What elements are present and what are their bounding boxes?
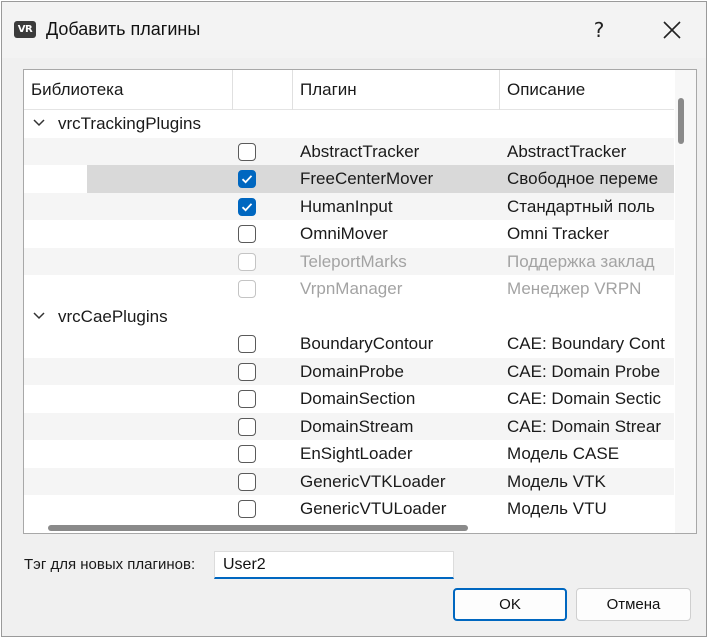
plugin-description: AbstractTracker	[507, 141, 627, 161]
plugin-checkbox[interactable]	[238, 335, 256, 353]
ok-button[interactable]: OK	[453, 588, 567, 621]
plugin-checkbox[interactable]	[238, 197, 256, 216]
close-button[interactable]	[644, 10, 700, 50]
plugin-row[interactable]: GenericVTKLoader Модель VTK	[24, 467, 674, 495]
app-logo-icon: VR	[14, 21, 36, 38]
plugin-name: EnSightLoader	[300, 444, 413, 463]
category-label: vrcTrackingPlugins	[58, 114, 201, 133]
header-description[interactable]: Описание	[507, 70, 585, 110]
plugin-description: CAE: Boundary Cont	[507, 334, 665, 353]
plugin-checkbox[interactable]	[238, 225, 256, 243]
plugin-description: Omni Tracker	[507, 224, 610, 243]
plugin-name: AbstractTracker	[300, 141, 420, 161]
header-plugin[interactable]: Плагин	[300, 70, 357, 110]
plugin-checkbox[interactable]	[238, 417, 256, 436]
plugin-description: Свободное переме	[507, 169, 659, 188]
plugin-row[interactable]: TeleportMarks Поддержка заклад	[24, 247, 674, 275]
plugin-row[interactable]: AbstractTracker AbstractTracker	[24, 137, 674, 165]
plugin-name: FreeCenterMover	[300, 169, 434, 188]
plugin-row[interactable]: HumanInput Стандартный поль	[24, 192, 674, 220]
plugin-checkbox[interactable]	[238, 362, 256, 381]
plugin-checkbox[interactable]	[238, 500, 256, 518]
plugin-checkbox[interactable]	[238, 170, 256, 188]
chevron-down-icon[interactable]	[33, 311, 45, 321]
close-icon	[663, 21, 681, 39]
plugin-row[interactable]: GenericVTULoader Модель VTU	[24, 495, 674, 523]
plugin-row[interactable]: DomainProbe CAE: Domain Probe	[24, 357, 674, 385]
add-plugins-dialog: VR Добавить плагины ? Библиотека Плагин …	[1, 1, 707, 637]
help-button[interactable]: ?	[574, 10, 624, 50]
category-row[interactable]: vrcTrackingPlugins	[24, 110, 674, 138]
plugin-name: BoundaryContour	[300, 334, 434, 353]
plugin-description: Стандартный поль	[507, 196, 655, 216]
plugin-row[interactable]: FreeCenterMover Свободное переме	[24, 165, 674, 193]
plugin-row[interactable]: EnSightLoader Модель CASE	[24, 440, 674, 468]
plugin-row[interactable]: DomainStream CAE: Domain Strear	[24, 412, 674, 440]
plugin-description: Поддержка заклад	[507, 251, 655, 271]
plugin-checkbox	[238, 280, 256, 298]
plugin-name: TeleportMarks	[300, 251, 407, 271]
header-library[interactable]: Библиотека	[31, 70, 123, 110]
plugin-description: Менеджер VRPN	[507, 279, 642, 298]
cancel-button[interactable]: Отмена	[576, 588, 691, 621]
plugin-name: GenericVTULoader	[300, 499, 447, 518]
checkmark-icon	[241, 175, 253, 184]
dialog-title: Добавить плагины	[46, 19, 201, 39]
checkmark-icon	[241, 202, 253, 211]
plugin-description: Модель CASE	[507, 444, 620, 463]
table-header: Библиотека Плагин Описание	[24, 70, 674, 110]
plugin-name: HumanInput	[300, 196, 393, 216]
plugin-name: OmniMover	[300, 224, 388, 243]
plugin-row[interactable]: BoundaryContour CAE: Boundary Cont	[24, 330, 674, 358]
plugin-name: DomainStream	[300, 416, 414, 436]
category-row[interactable]: vrcCaePlugins	[24, 303, 674, 331]
plugin-name: DomainSection	[300, 389, 416, 408]
tag-input[interactable]	[214, 551, 454, 579]
plugin-name: GenericVTKLoader	[300, 471, 446, 491]
plugin-checkbox	[238, 252, 256, 271]
plugin-name: DomainProbe	[300, 361, 404, 381]
plugin-name: VrpnManager	[300, 279, 403, 298]
plugin-description: CAE: Domain Probe	[507, 361, 661, 381]
plugin-row[interactable]: DomainSection CAE: Domain Sectic	[24, 385, 674, 413]
plugin-row[interactable]: VrpnManager Менеджер VRPN	[24, 275, 674, 303]
plugin-description: CAE: Domain Strear	[507, 416, 661, 436]
chevron-down-icon[interactable]	[33, 118, 45, 128]
category-label: vrcCaePlugins	[58, 306, 168, 326]
title-bar: VR Добавить плагины ?	[2, 2, 706, 58]
plugin-description: CAE: Domain Sectic	[507, 389, 661, 408]
plugin-description: Модель VTK	[507, 471, 606, 491]
tag-label: Тэг для новых плагинов:	[24, 556, 196, 573]
plugin-checkbox[interactable]	[238, 445, 256, 463]
vertical-scroll-thumb[interactable]	[678, 98, 684, 144]
plugin-row[interactable]: OmniMover Omni Tracker	[24, 220, 674, 248]
plugins-table[interactable]: Библиотека Плагин Описание vrcTrackingPl…	[23, 69, 697, 534]
horizontal-scroll-thumb[interactable]	[48, 525, 468, 531]
plugin-checkbox[interactable]	[238, 142, 256, 161]
plugin-checkbox[interactable]	[238, 390, 256, 408]
plugin-checkbox[interactable]	[238, 472, 256, 491]
plugin-description: Модель VTU	[507, 499, 607, 518]
